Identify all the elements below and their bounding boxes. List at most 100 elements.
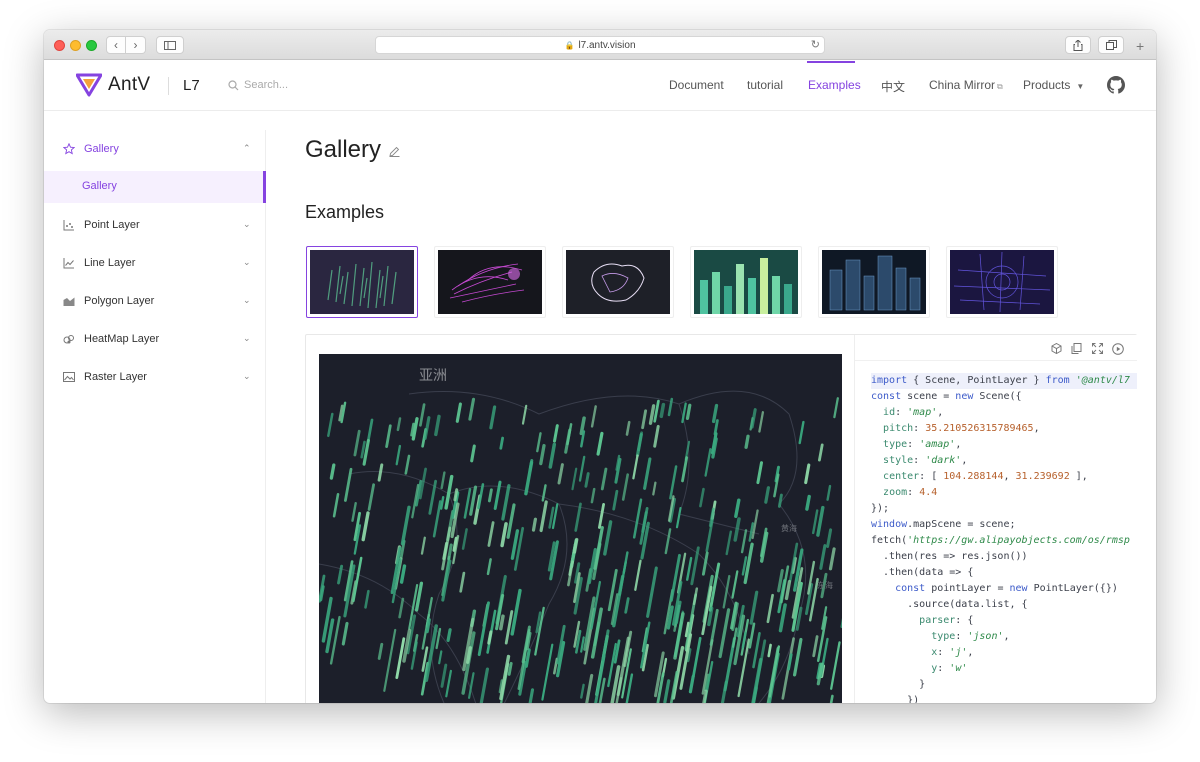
- image-icon: [63, 372, 75, 382]
- map-point-bar: [499, 436, 505, 450]
- nav-document[interactable]: Document: [669, 78, 724, 92]
- product-name[interactable]: L7: [183, 77, 200, 94]
- map-point-bar: [364, 589, 370, 609]
- example-thumbnail[interactable]: [562, 246, 674, 318]
- sidebar-item-label: Point Layer: [84, 219, 140, 231]
- nav-china-mirror[interactable]: China Mirror ⧉: [929, 78, 1003, 92]
- map-point-bar: [539, 443, 546, 466]
- tabs-icon: [1105, 40, 1117, 50]
- example-thumbnail[interactable]: [690, 246, 802, 318]
- sidebar-item-line-layer[interactable]: Line Layer ⌄: [44, 247, 266, 279]
- sidebar-subitem-gallery[interactable]: Gallery: [44, 171, 266, 203]
- map-point-bar: [477, 601, 490, 657]
- sidebar-item-polygon-layer[interactable]: Polygon Layer ⌄: [44, 285, 266, 317]
- code-line: }: [871, 679, 926, 690]
- map-point-bar: [646, 566, 658, 618]
- antv-logo-icon: [76, 73, 102, 97]
- map-point-bar: [411, 417, 419, 441]
- sidebar-item-raster-layer[interactable]: Raster Layer ⌄: [44, 361, 266, 393]
- back-button[interactable]: ‹: [106, 36, 126, 54]
- edit-icon[interactable]: [389, 146, 400, 157]
- share-button[interactable]: [1065, 36, 1091, 54]
- map-point-bar: [438, 650, 443, 665]
- codesandbox-icon[interactable]: [1051, 343, 1062, 354]
- map-point-bar: [351, 501, 357, 522]
- site-header: AntV L7 Document tutorial Examples 中文 Ch…: [44, 61, 1156, 111]
- nav-examples[interactable]: Examples: [808, 78, 861, 92]
- map-point-bar: [578, 455, 586, 482]
- map-point-bar: [399, 564, 407, 584]
- example-thumbnail[interactable]: [946, 246, 1058, 318]
- map-point-bar: [487, 630, 493, 645]
- map-point-bar: [777, 493, 783, 508]
- sidebar-item-heatmap-layer[interactable]: HeatMap Layer ⌄: [44, 323, 266, 355]
- map-point-bar: [404, 454, 411, 475]
- search-input[interactable]: [244, 74, 384, 96]
- map-point-bar: [614, 457, 622, 484]
- map-point-bar: [748, 622, 756, 649]
- chevron-down-icon: ⌄: [243, 333, 251, 343]
- map-point-bar: [470, 444, 476, 463]
- code-line: });: [871, 503, 890, 514]
- map-point-bar: [612, 489, 619, 511]
- heatmap-icon: [63, 335, 74, 344]
- map-point-bar: [816, 505, 825, 537]
- map-canvas[interactable]: 亚洲 黄海 东海: [319, 354, 842, 703]
- example-thumbnail[interactable]: [434, 246, 546, 318]
- sidebar-toggle-button[interactable]: [156, 36, 184, 54]
- thumbnail-image: [950, 250, 1054, 314]
- example-thumbnail[interactable]: [818, 246, 930, 318]
- map-point-bar: [635, 432, 643, 457]
- map-point-bar: [829, 694, 834, 703]
- map-point-bar: [574, 502, 582, 532]
- map-point-bar: [353, 429, 361, 457]
- reload-icon[interactable]: ↻: [811, 38, 820, 51]
- copy-icon[interactable]: [1071, 343, 1082, 354]
- nav-products[interactable]: Products ▼: [1023, 78, 1084, 92]
- example-thumbnail[interactable]: [306, 246, 418, 318]
- map-point-bar: [468, 397, 476, 421]
- map-point-bar: [396, 417, 402, 432]
- map-point-bar: [632, 454, 639, 480]
- play-icon[interactable]: [1112, 343, 1124, 355]
- map-point-bar: [419, 403, 426, 427]
- thumbnail-image: [438, 250, 542, 314]
- map-point-bar: [804, 463, 811, 485]
- map-point-bar: [740, 529, 748, 554]
- code-line: window.mapScene = scene;: [871, 519, 1016, 530]
- map-point-bar: [664, 528, 672, 555]
- sidebar-item-label: HeatMap Layer: [84, 333, 160, 345]
- map-point-bar: [440, 471, 446, 490]
- logo[interactable]: AntV: [76, 73, 150, 97]
- map-point-bar: [594, 654, 606, 703]
- new-tab-icon[interactable]: +: [1136, 38, 1144, 54]
- china-mirror-label: China Mirror: [929, 78, 996, 92]
- address-bar[interactable]: 🔒 l7.antv.vision ↻: [375, 36, 825, 54]
- zoom-window-button[interactable]: [86, 40, 97, 51]
- code-block[interactable]: import { Scene, PointLayer } from '@antv…: [871, 373, 1137, 703]
- map-point-bar: [681, 402, 687, 424]
- map-point-bar: [778, 603, 787, 633]
- map-point-bar: [732, 627, 738, 648]
- map-point-bar: [489, 405, 497, 430]
- minimize-window-button[interactable]: [70, 40, 81, 51]
- map-point-bar: [784, 579, 792, 601]
- map-point-bar: [361, 511, 370, 542]
- sidebar-item-gallery[interactable]: Gallery ⌃: [44, 133, 266, 165]
- github-icon[interactable]: [1107, 76, 1125, 94]
- code-line: id: 'map',: [883, 407, 944, 418]
- map-point-bar: [440, 663, 448, 688]
- code-line: const pointLayer = new PointLayer({}): [895, 583, 1118, 594]
- nav-chinese[interactable]: 中文: [881, 78, 905, 95]
- forward-button[interactable]: ›: [126, 36, 146, 54]
- nav-tutorial[interactable]: tutorial: [747, 78, 783, 92]
- map-point-bar: [332, 493, 340, 518]
- fullscreen-icon[interactable]: [1092, 343, 1103, 354]
- map-point-bar: [643, 457, 652, 490]
- show-tabs-button[interactable]: [1098, 36, 1124, 54]
- close-window-button[interactable]: [54, 40, 65, 51]
- map-point-bar: [669, 465, 678, 500]
- code-editor[interactable]: import { Scene, PointLayer } from '@antv…: [854, 335, 1137, 703]
- sidebar-item-point-layer[interactable]: Point Layer ⌄: [44, 209, 266, 241]
- map-point-bar: [819, 544, 827, 570]
